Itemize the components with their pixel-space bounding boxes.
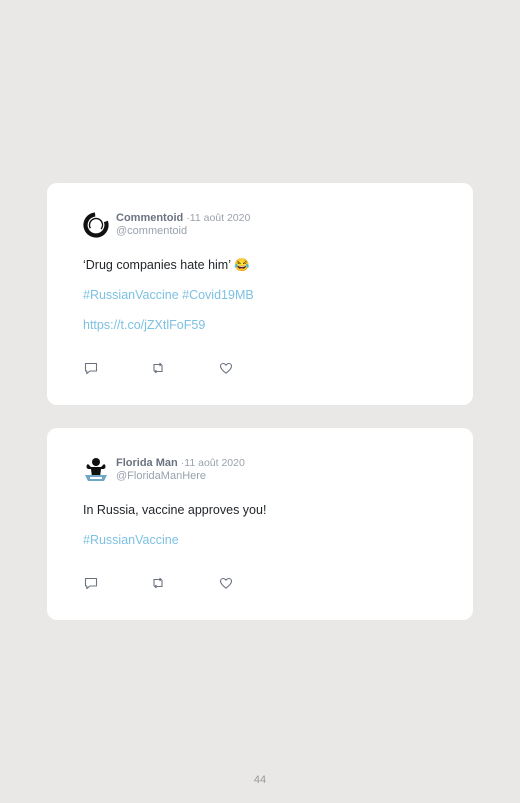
like-icon [219, 362, 233, 374]
author-handle[interactable]: @FloridaManHere [116, 470, 206, 482]
reply-icon [84, 362, 98, 375]
tweet-header: Commentoid ·11 août 2020 [116, 212, 250, 225]
retweet-icon [153, 362, 163, 374]
avatar[interactable] [82, 456, 110, 484]
ring-logo-icon [83, 212, 109, 238]
tweet-actions [83, 360, 253, 376]
author-name[interactable]: Commentoid [116, 212, 183, 224]
page-number: 44 [253, 774, 267, 786]
reply-button[interactable] [83, 575, 99, 591]
tweet-text: In Russia, vaccine approves you! [83, 503, 267, 517]
author-handle[interactable]: @commentoid [116, 225, 187, 237]
tweet-actions [83, 575, 253, 591]
tweet-date[interactable]: 11 août 2020 [190, 212, 251, 224]
flexing-man-icon [85, 458, 107, 481]
retweet-button[interactable] [150, 360, 166, 376]
tweet-card[interactable]: Commentoid ·11 août 2020 @commentoid ‘Dr… [47, 183, 473, 405]
like-button[interactable] [218, 360, 234, 376]
tweet-text: ‘Drug companies hate him’ 😂 [83, 258, 250, 272]
hashtag-link[interactable]: #RussianVaccine [83, 533, 179, 547]
retweet-button[interactable] [150, 575, 166, 591]
avatar[interactable] [82, 211, 110, 239]
tweet-header: Florida Man ·11 août 2020 [116, 457, 245, 470]
url-link[interactable]: https://t.co/jZXtlFoF59 [83, 318, 205, 332]
like-button[interactable] [218, 575, 234, 591]
reply-button[interactable] [83, 360, 99, 376]
like-icon [219, 577, 233, 589]
reply-icon [84, 577, 98, 590]
tweet-card[interactable]: Florida Man ·11 août 2020 @FloridaManHer… [47, 428, 473, 620]
retweet-icon [153, 577, 163, 589]
author-name[interactable]: Florida Man [116, 457, 178, 469]
hashtag-link[interactable]: #RussianVaccine #Covid19MB [83, 288, 254, 302]
tweet-date[interactable]: 11 août 2020 [184, 457, 245, 469]
